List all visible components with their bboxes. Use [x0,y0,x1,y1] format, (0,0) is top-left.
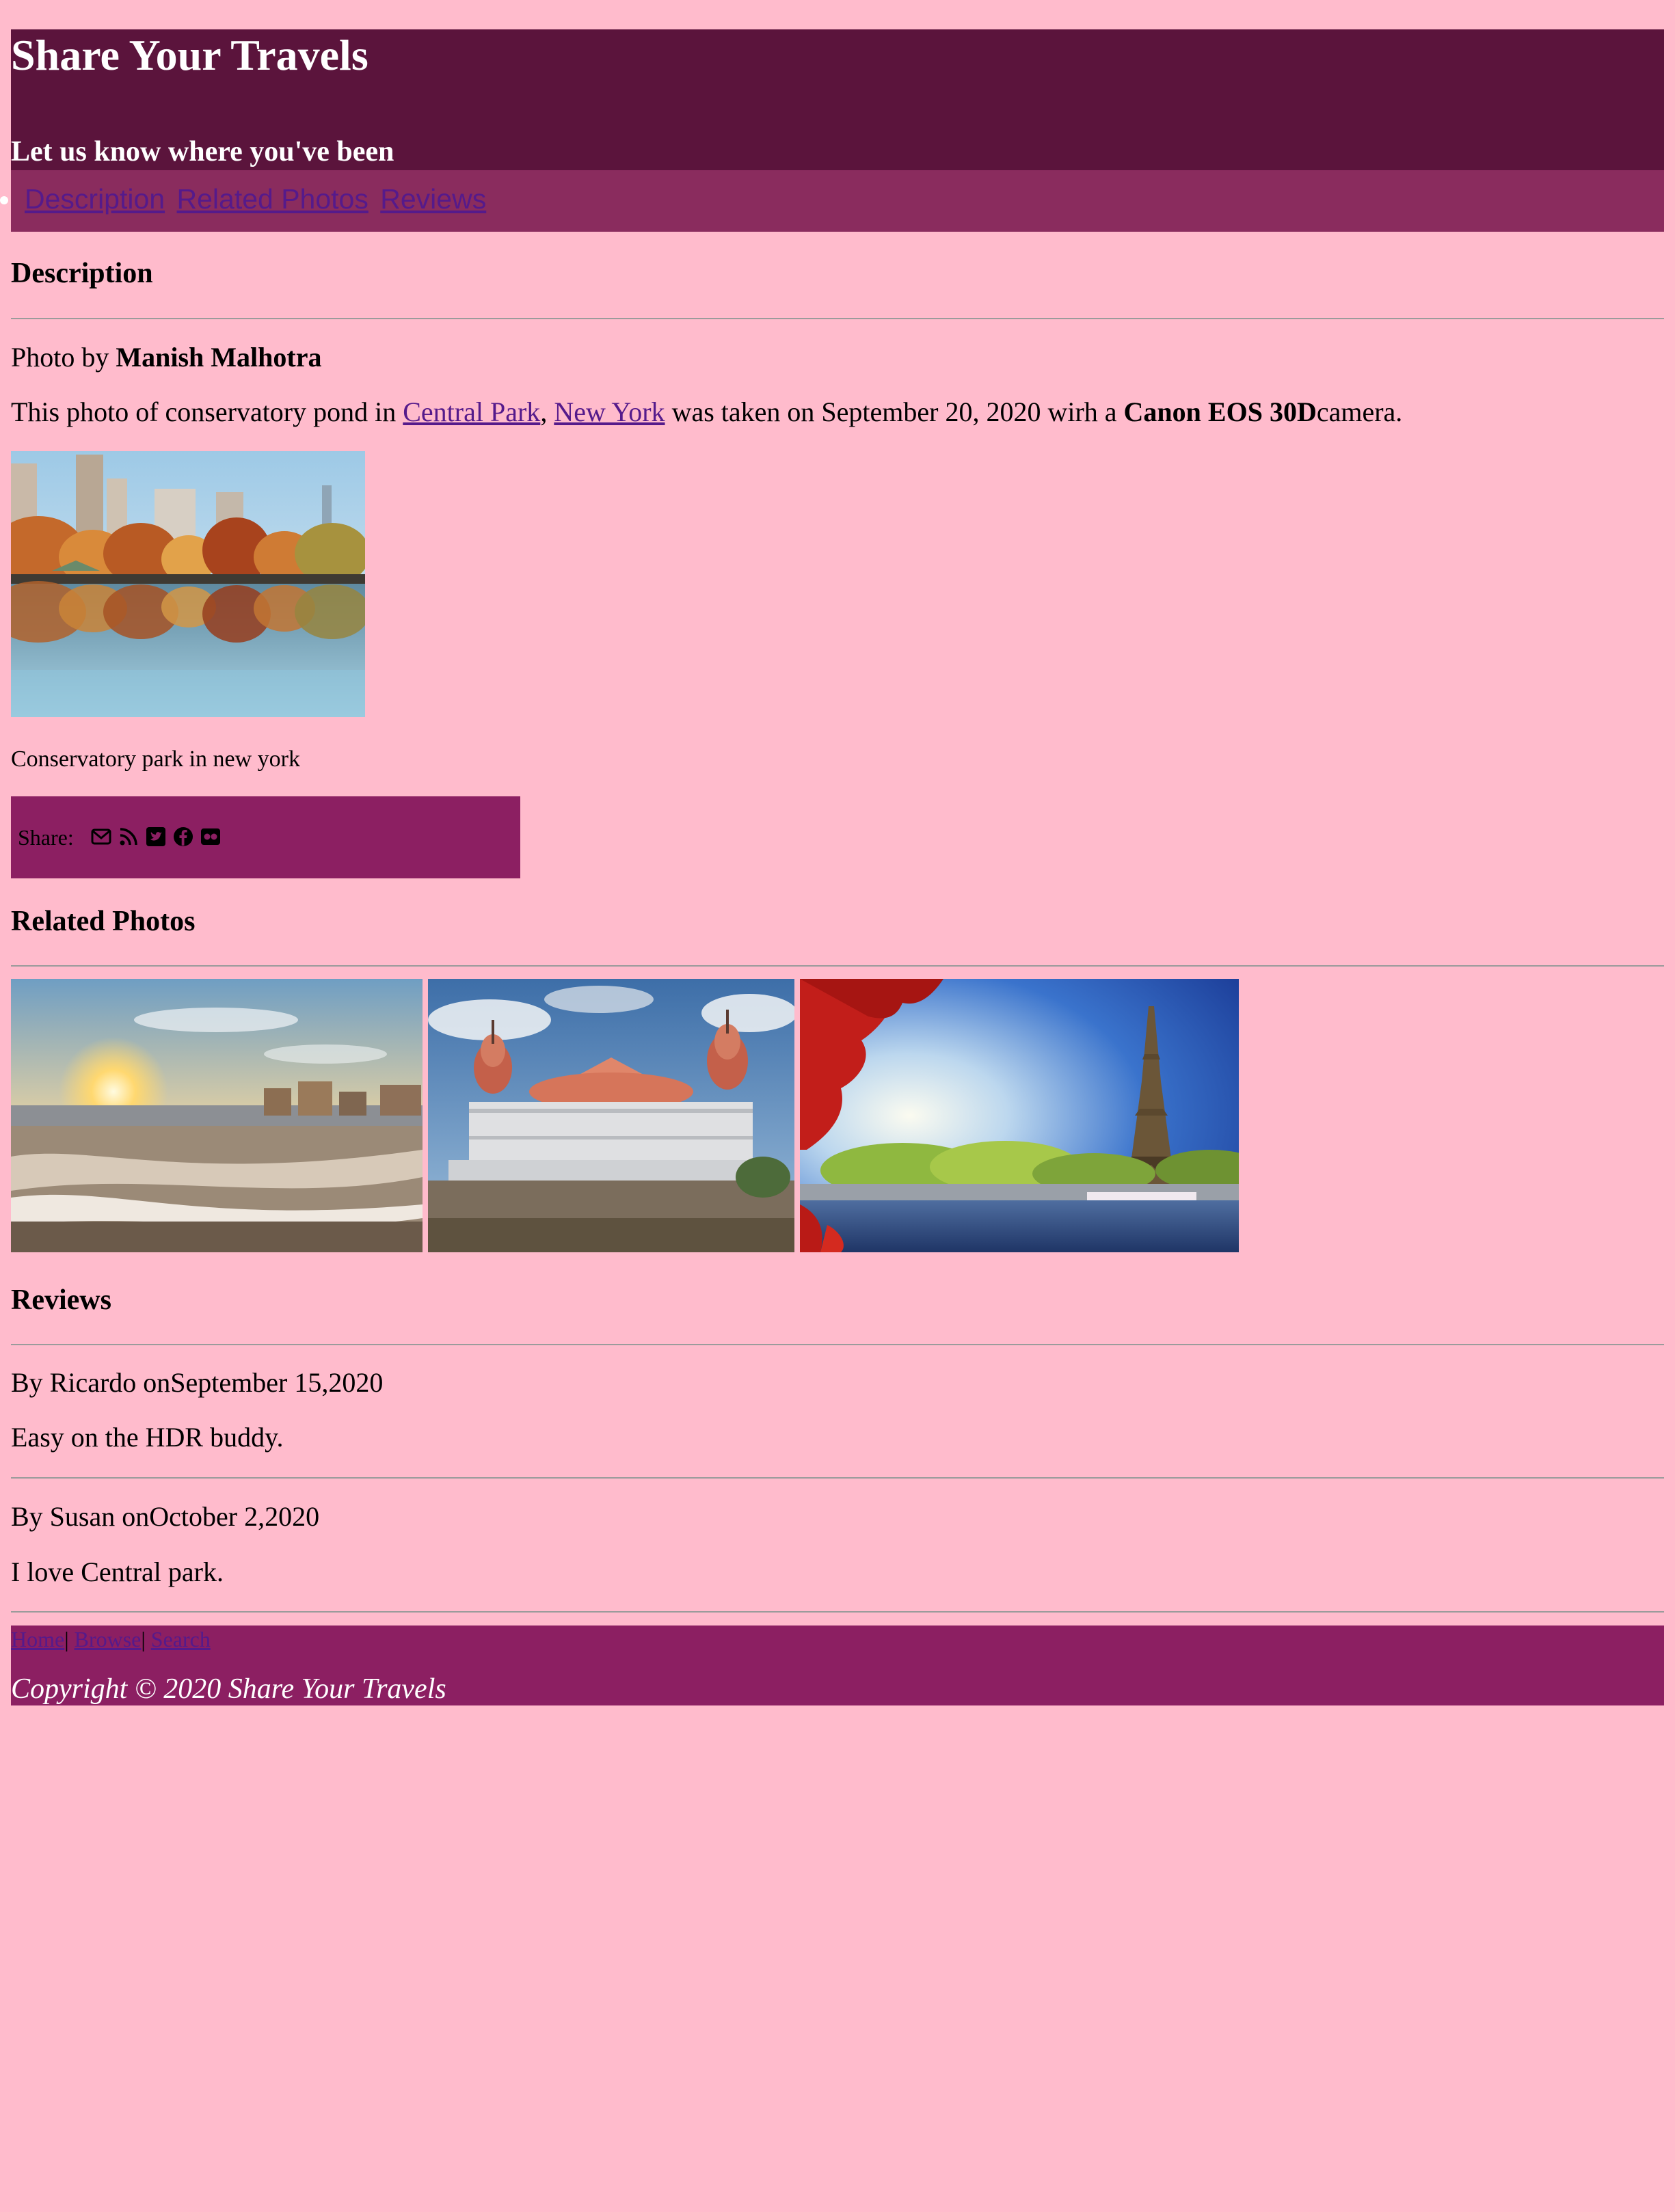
share-box: Share: [11,796,520,878]
facebook-icon[interactable] [172,826,194,848]
site-title: Share Your Travels [11,31,368,79]
photo-description: This photo of conservatory pond in Centr… [11,396,1402,429]
nav-link-description[interactable]: Description [25,183,165,215]
description-text-start: This photo of conservatory pond in [11,396,403,427]
flickr-icon[interactable] [200,826,222,848]
nav-link-reviews[interactable]: Reviews [380,183,486,215]
top-nav-links: Description Related Photos Reviews [25,181,490,217]
new-york-link[interactable]: New York [554,396,665,427]
footer-link-search[interactable]: Search [151,1627,211,1651]
description-text-end: camera. [1316,396,1403,427]
share-label: Share: [18,825,74,850]
related-photo-beach[interactable] [11,979,423,1252]
page: Share Your Travels Let us know where you… [0,0,1675,2212]
related-photo-temple[interactable] [428,979,794,1252]
description-heading: Description [11,258,153,289]
photo-caption: Conservatory park in new york [11,746,301,772]
footer-links: Home| Browse| Search [11,1626,211,1653]
description-text-mid: was taken on September 20, 2020 wirh a [665,396,1124,427]
description-comma: , [540,396,554,427]
site-footer: Home| Browse| Search Copyright © 2020 Sh… [11,1626,1664,1705]
footer-link-browse[interactable]: Browse [75,1627,142,1651]
site-tagline: Let us know where you've been [11,136,394,167]
review-text: Easy on the HDR buddy. [11,1422,284,1453]
divider [11,1344,1664,1345]
photographer-name: Manish Malhotra [116,342,322,373]
review-text: I love Central park. [11,1556,224,1587]
divider [11,318,1664,319]
top-nav: Description Related Photos Reviews [0,170,1664,232]
copyright-text: Copyright © 2020 Share Your Travels [11,1673,446,1705]
camera-name: Canon EOS 30D [1123,396,1317,427]
divider [11,1477,1664,1479]
review-byline: By Susan onOctober 2,2020 [11,1501,320,1532]
photo-by-label: Photo by [11,342,116,373]
footer-separator: | [141,1627,146,1651]
related-photos-heading: Related Photos [11,906,196,937]
review-byline: By Ricardo onSeptember 15,2020 [11,1367,384,1398]
reviews-heading: Reviews [11,1284,111,1316]
photo-credit: Photo by Manish Malhotra [11,341,321,374]
divider [11,965,1664,967]
envelope-icon[interactable] [90,826,112,848]
share-icons [90,826,222,848]
rss-icon[interactable] [118,826,139,848]
list-bullet-icon [0,196,8,204]
related-photo-eiffel-tower[interactable] [800,979,1239,1252]
main-photo [11,451,365,717]
nav-link-related-photos[interactable]: Related Photos [177,183,368,215]
central-park-link[interactable]: Central Park [403,396,540,427]
footer-link-home[interactable]: Home [11,1627,64,1651]
twitter-icon[interactable] [145,826,167,848]
footer-separator: | [64,1627,69,1651]
site-header: Share Your Travels Let us know where you… [11,29,1664,170]
divider [11,1611,1664,1613]
